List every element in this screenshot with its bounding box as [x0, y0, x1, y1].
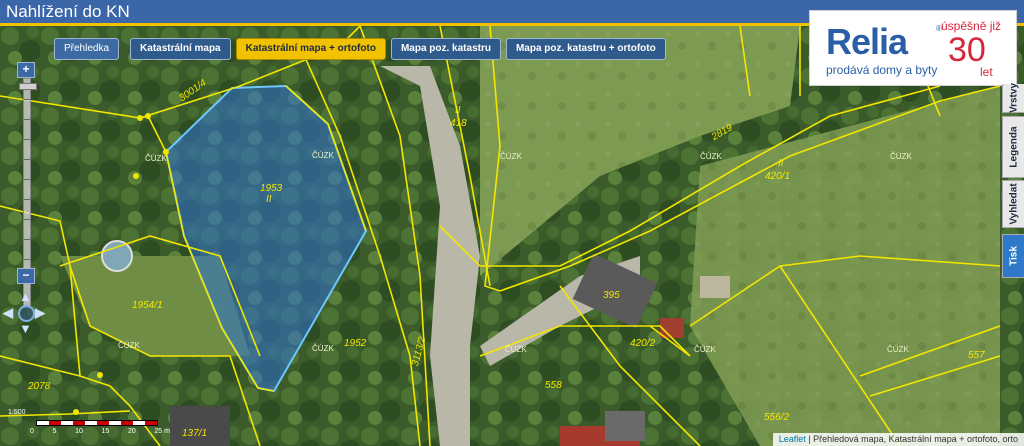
land-type-mark: II [455, 105, 461, 116]
scale-ratio: 1:500 [8, 409, 26, 416]
pan-up-icon[interactable]: ▲ [19, 289, 32, 304]
pan-control: ▲ ◀ ▶ ▼ [3, 289, 48, 336]
zoom-control: + − [17, 62, 37, 308]
scale-tick: 5 [52, 428, 57, 435]
layer-switcher: Přehledka Katastrální mapa Katastrální m… [54, 38, 666, 60]
parcel-label-558: 558 [545, 380, 562, 391]
tab-vrstvy[interactable]: Vrstvy [1002, 82, 1024, 114]
attribution: Leaflet | Přehledová mapa, Katastrální m… [772, 433, 1024, 446]
map-svg[interactable]: 3001/4 1953 418 2819 420/1 1954/1 1952 3… [0, 26, 1024, 446]
relia-ad-banner[interactable]: Relia ® prodává domy a byty úspěšně již … [809, 10, 1017, 86]
tab-legenda[interactable]: Legenda [1002, 116, 1024, 178]
building-south-2 [605, 411, 645, 441]
cuzk-watermark: ČÚZK [887, 345, 909, 354]
layer-cadastral-map-button[interactable]: Katastrální mapa [130, 38, 231, 60]
map-canvas[interactable]: 3001/4 1953 418 2819 420/1 1954/1 1952 3… [0, 26, 1024, 446]
pan-down-icon[interactable]: ▼ [19, 321, 32, 336]
layer-overview-button[interactable]: Přehledka [54, 38, 120, 60]
scale-bar: 1:500 0 5 10 15 20 25 m [8, 409, 170, 439]
scale-graphic [36, 420, 158, 426]
parcel-label-556-2: 556/2 [764, 412, 789, 423]
leaflet-link[interactable]: Leaflet [779, 434, 806, 444]
building-roof [660, 318, 684, 338]
building-shed [700, 276, 730, 298]
relia-logo: Relia [826, 21, 908, 62]
scale-tick: 15 [101, 428, 110, 435]
cuzk-watermark: ČÚZK [700, 152, 722, 161]
app-title: Nahlížení do KN [6, 2, 130, 21]
parcel-label-420-1: 420/1 [765, 171, 790, 182]
pan-center-icon[interactable] [18, 305, 35, 322]
pool [101, 240, 133, 272]
tab-label: Legenda [1008, 126, 1019, 168]
ad-tagline: prodává domy a byty [826, 63, 938, 77]
tab-tisk[interactable]: Tisk [1002, 234, 1024, 278]
parcel-label-557: 557 [968, 350, 985, 361]
parcel-label-1952: 1952 [344, 338, 367, 349]
layer-map-poz-button[interactable]: Mapa poz. katastru [390, 38, 501, 60]
scale-tick: 10 [75, 428, 83, 435]
ad-years-label: let [980, 65, 993, 79]
land-type-mark: II [266, 194, 272, 205]
scale-tick: 0 [30, 428, 34, 435]
parcel-label-420-2: 420/2 [630, 338, 655, 349]
tab-label: Tisk [1008, 246, 1019, 266]
cuzk-watermark: ČÚZK [694, 345, 716, 354]
cuzk-watermark: ČÚZK [312, 344, 334, 353]
land-type-mark: II [778, 158, 784, 169]
tab-label: Vrstvy [1008, 82, 1019, 114]
parcel-label-1953: 1953 [260, 183, 283, 194]
attribution-text: | Přehledová mapa, Katastrální mapa + or… [805, 434, 1018, 444]
cuzk-watermark: ČÚZK [890, 152, 912, 161]
zoom-in-button[interactable]: + [17, 62, 35, 78]
parcel-label-2078: 2078 [27, 381, 51, 392]
cuzk-watermark: ČÚZK [500, 152, 522, 161]
scale-ticks: 0 5 10 15 20 25 m [30, 428, 170, 435]
tab-label: Vyhledat [1008, 183, 1019, 225]
layer-cadastral-ortho-button[interactable]: Katastrální mapa + ortofoto [235, 38, 386, 60]
pan-left-icon[interactable]: ◀ [3, 305, 13, 321]
parcel-label-395: 395 [603, 290, 620, 301]
scale-tick: 25 m [154, 428, 170, 435]
zoom-slider-handle[interactable] [19, 83, 37, 90]
layer-map-poz-ortho-button[interactable]: Mapa poz. katastru + ortofoto [505, 38, 666, 60]
pan-right-icon[interactable]: ▶ [35, 305, 45, 321]
cuzk-watermark: ČÚZK [312, 151, 334, 160]
parcel-label-418: 418 [450, 118, 467, 129]
parcel-label-1954-1: 1954/1 [132, 300, 163, 311]
building-west [170, 406, 230, 446]
cuzk-watermark: ČÚZK [505, 345, 527, 354]
tab-vyhledat[interactable]: Vyhledat [1002, 180, 1024, 228]
cuzk-watermark: ČÚZK [118, 341, 140, 350]
parcel-label-137-1: 137/1 [182, 428, 207, 439]
scale-tick: 20 [127, 428, 136, 435]
cuzk-watermark: ČÚZK [145, 154, 167, 163]
zoom-out-button[interactable]: − [17, 268, 35, 284]
